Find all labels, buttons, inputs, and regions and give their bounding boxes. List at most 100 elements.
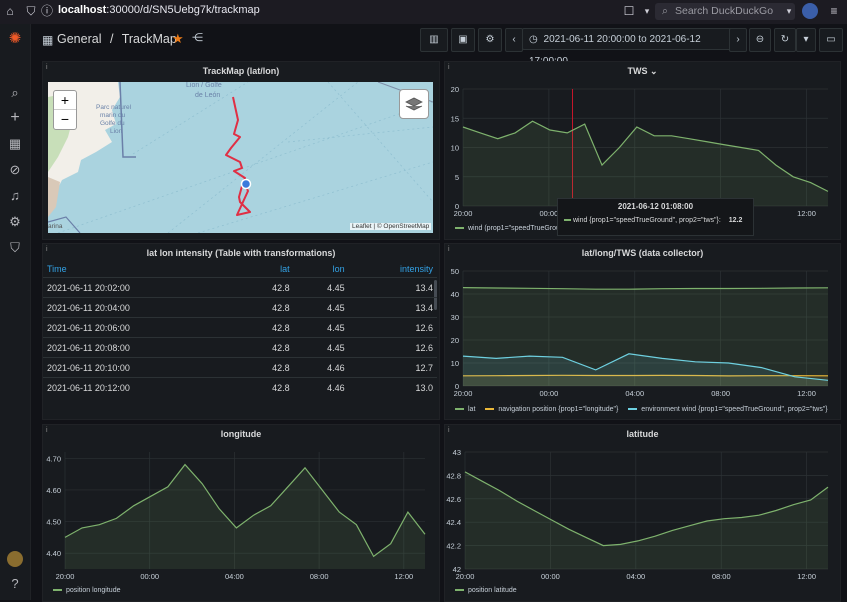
y-tick-label: 42.2	[446, 542, 461, 551]
chevron-down-icon: ▾	[803, 34, 809, 45]
table-row[interactable]: 2021-06-11 20:02:00 42.8 4.45 13.4	[43, 277, 437, 298]
y-tick-label: 30	[451, 313, 459, 322]
chevron-right-icon: ›	[736, 34, 740, 45]
dashboards-icon[interactable]: ▦	[7, 136, 23, 152]
y-tick-label: 4.70	[46, 454, 61, 463]
x-tick-label: 00:00	[541, 572, 560, 581]
layers-button[interactable]	[399, 89, 429, 119]
panel-longitude[interactable]: i longitude 4.70 4.60 4.50 4.40 20:00 00:00 04…	[42, 424, 440, 602]
search-input[interactable]: ⌕ Search DuckDuckGo	[655, 3, 795, 20]
user-avatar[interactable]	[7, 551, 23, 567]
zoom-in-button[interactable]: +	[54, 91, 76, 110]
star-icon[interactable]: ★	[172, 31, 184, 47]
tv-mode-button[interactable]: ▭	[819, 28, 843, 52]
table-body: 2021-06-11 20:02:00 42.8 4.45 13.4 2021-06-1…	[43, 277, 437, 397]
chevron-down-icon[interactable]: ▾	[640, 4, 654, 18]
search-icon[interactable]: ⌕	[7, 85, 23, 101]
legend-item[interactable]: lat	[455, 406, 475, 413]
longitude-chart[interactable]: 4.70 4.60 4.50 4.40 20:00 00:00 04:00 08:00 12:0…	[46, 452, 439, 581]
add-panel-button[interactable]: ▥	[420, 28, 448, 52]
y-tick-label: 20	[451, 85, 459, 94]
bell-icon[interactable]: ♫	[7, 188, 23, 204]
shield-icon[interactable]: ⛉	[24, 4, 38, 18]
map-label: Golfe du	[100, 120, 125, 127]
home-icon[interactable]: ⌂	[3, 4, 17, 18]
table-row[interactable]: 2021-06-11 20:06:00 42.8 4.45 12.6	[43, 317, 437, 338]
column-header[interactable]: lon	[294, 261, 349, 278]
gear-icon: ⚙	[485, 34, 495, 45]
y-tick-label: 42.4	[446, 518, 461, 527]
time-range-picker[interactable]: ◷ 2021-06-11 20:00:00 to 2021-06-12 17:0…	[522, 28, 734, 67]
panel-title[interactable]: TrackMap (lat/lon)	[43, 66, 439, 76]
settings-button[interactable]: ⚙	[478, 28, 502, 52]
column-header[interactable]: intensity	[349, 261, 437, 278]
time-forward-button[interactable]: ›	[729, 28, 747, 52]
share-icon[interactable]: ⋲	[192, 31, 203, 44]
table-cell: 42.8	[238, 337, 294, 358]
breadcrumb-dashboard[interactable]: TrackMap	[122, 32, 177, 46]
y-tick-label: 40	[451, 290, 459, 299]
table-cell: 2021-06-11 20:12:00	[43, 377, 239, 397]
legend-item[interactable]: navigation position {prop1="longitude"}	[485, 406, 618, 413]
breadcrumb-folder[interactable]: General	[57, 32, 101, 46]
panel-collector[interactable]: i lat/long/TWS (data collector) 50 40 30 20…	[444, 243, 841, 420]
save-icon: ▣	[458, 34, 468, 45]
panel-title[interactable]: lat lon intensity (Table with transforma…	[43, 248, 439, 258]
shield-icon[interactable]: ⛉	[7, 240, 23, 256]
info-icon[interactable]: ⓘ	[40, 4, 54, 18]
position-marker[interactable]	[240, 178, 252, 190]
table-cell: 2021-06-11 20:06:00	[43, 317, 239, 338]
table-cell: 13.4	[348, 277, 437, 298]
zoom-out-button[interactable]: −	[54, 110, 76, 128]
table-cell: 12.6	[348, 337, 437, 358]
table-cell: 4.45	[293, 317, 349, 338]
latitude-chart[interactable]: 4342.842.642.442.24220:00 00:00 04:00 08:00…	[446, 448, 840, 581]
legend-item[interactable]: environment wind {prop1="speedTrueGround…	[628, 406, 828, 413]
x-tick-label: 12:00	[797, 572, 816, 581]
time-back-button[interactable]: ‹	[505, 28, 523, 52]
zoom-control: + −	[53, 90, 77, 130]
refresh-button[interactable]: ↻	[774, 28, 796, 52]
save-button[interactable]: ▣	[451, 28, 475, 52]
column-header[interactable]: Time	[43, 261, 239, 278]
data-table: Time lat lon intensity 2021-06-11 20:02:…	[43, 261, 437, 397]
url-bar[interactable]: localhost:30000/d/SN5Uebg7k/trackmap	[58, 4, 260, 16]
column-header[interactable]: lat	[239, 261, 294, 278]
plus-icon[interactable]: +	[7, 110, 23, 126]
table-row[interactable]: 2021-06-11 20:08:00 42.8 4.45 12.6	[43, 337, 437, 358]
table-cell: 12.7	[348, 357, 437, 378]
avatar[interactable]	[802, 3, 818, 19]
y-tick-label: 5	[455, 173, 459, 182]
legend-item[interactable]: position longitude	[53, 587, 121, 594]
help-icon[interactable]: ?	[7, 576, 23, 592]
chevron-down-icon[interactable]: ▾	[782, 4, 796, 18]
refresh-interval-dropdown[interactable]: ▾	[796, 28, 816, 52]
menu-icon[interactable]: ≡	[827, 4, 841, 18]
compass-icon[interactable]: ⊘	[7, 162, 23, 178]
map-label: Lion	[110, 128, 123, 135]
zoom-out-button[interactable]: ⊖	[749, 28, 771, 52]
grafana-logo-icon[interactable]: ✺	[7, 31, 23, 47]
map[interactable]: Lion / Golfe de León Parc naturel marin …	[48, 82, 433, 233]
x-tick-label: 00:00	[539, 389, 558, 398]
map-label: arina	[48, 223, 63, 230]
legend-item[interactable]: position latitude	[455, 587, 517, 594]
y-tick-label: 15	[451, 114, 459, 123]
table-cell: 2021-06-11 20:10:00	[43, 357, 239, 378]
table-cell: 12.6	[348, 317, 437, 338]
tooltip-row: wind {prop1="speedTrueGround", prop2="tw…	[564, 217, 753, 224]
bookmark-icon[interactable]: ☐	[622, 4, 636, 18]
table-row[interactable]: 2021-06-11 20:04:00 42.8 4.45 13.4	[43, 297, 437, 318]
collector-chart[interactable]: 5040302010020:0000:0004:0008:0012:0016:0…	[451, 267, 840, 398]
table-row[interactable]: 2021-06-11 20:10:00 42.8 4.46 12.7	[43, 357, 437, 378]
x-tick-label: 08:00	[711, 389, 730, 398]
table-row[interactable]: 2021-06-11 20:12:00 42.8 4.46 13.0	[43, 377, 437, 397]
sidebar: ✺ ⌕ + ▦ ⊘ ♫ ⚙ ⛉ ?	[0, 24, 31, 600]
gear-icon[interactable]: ⚙	[7, 214, 23, 230]
panel-latitude[interactable]: i latitude 43 42.8 42.6 42.4 42.2 42 20:00 00:0…	[444, 424, 841, 602]
table-cell: 13.4	[348, 297, 437, 318]
layers-icon	[405, 97, 423, 111]
map-attribution[interactable]: Leaflet | © OpenStreetMap	[350, 223, 432, 230]
y-tick-label: 4.60	[46, 486, 61, 495]
y-tick-label: 10	[451, 359, 459, 368]
